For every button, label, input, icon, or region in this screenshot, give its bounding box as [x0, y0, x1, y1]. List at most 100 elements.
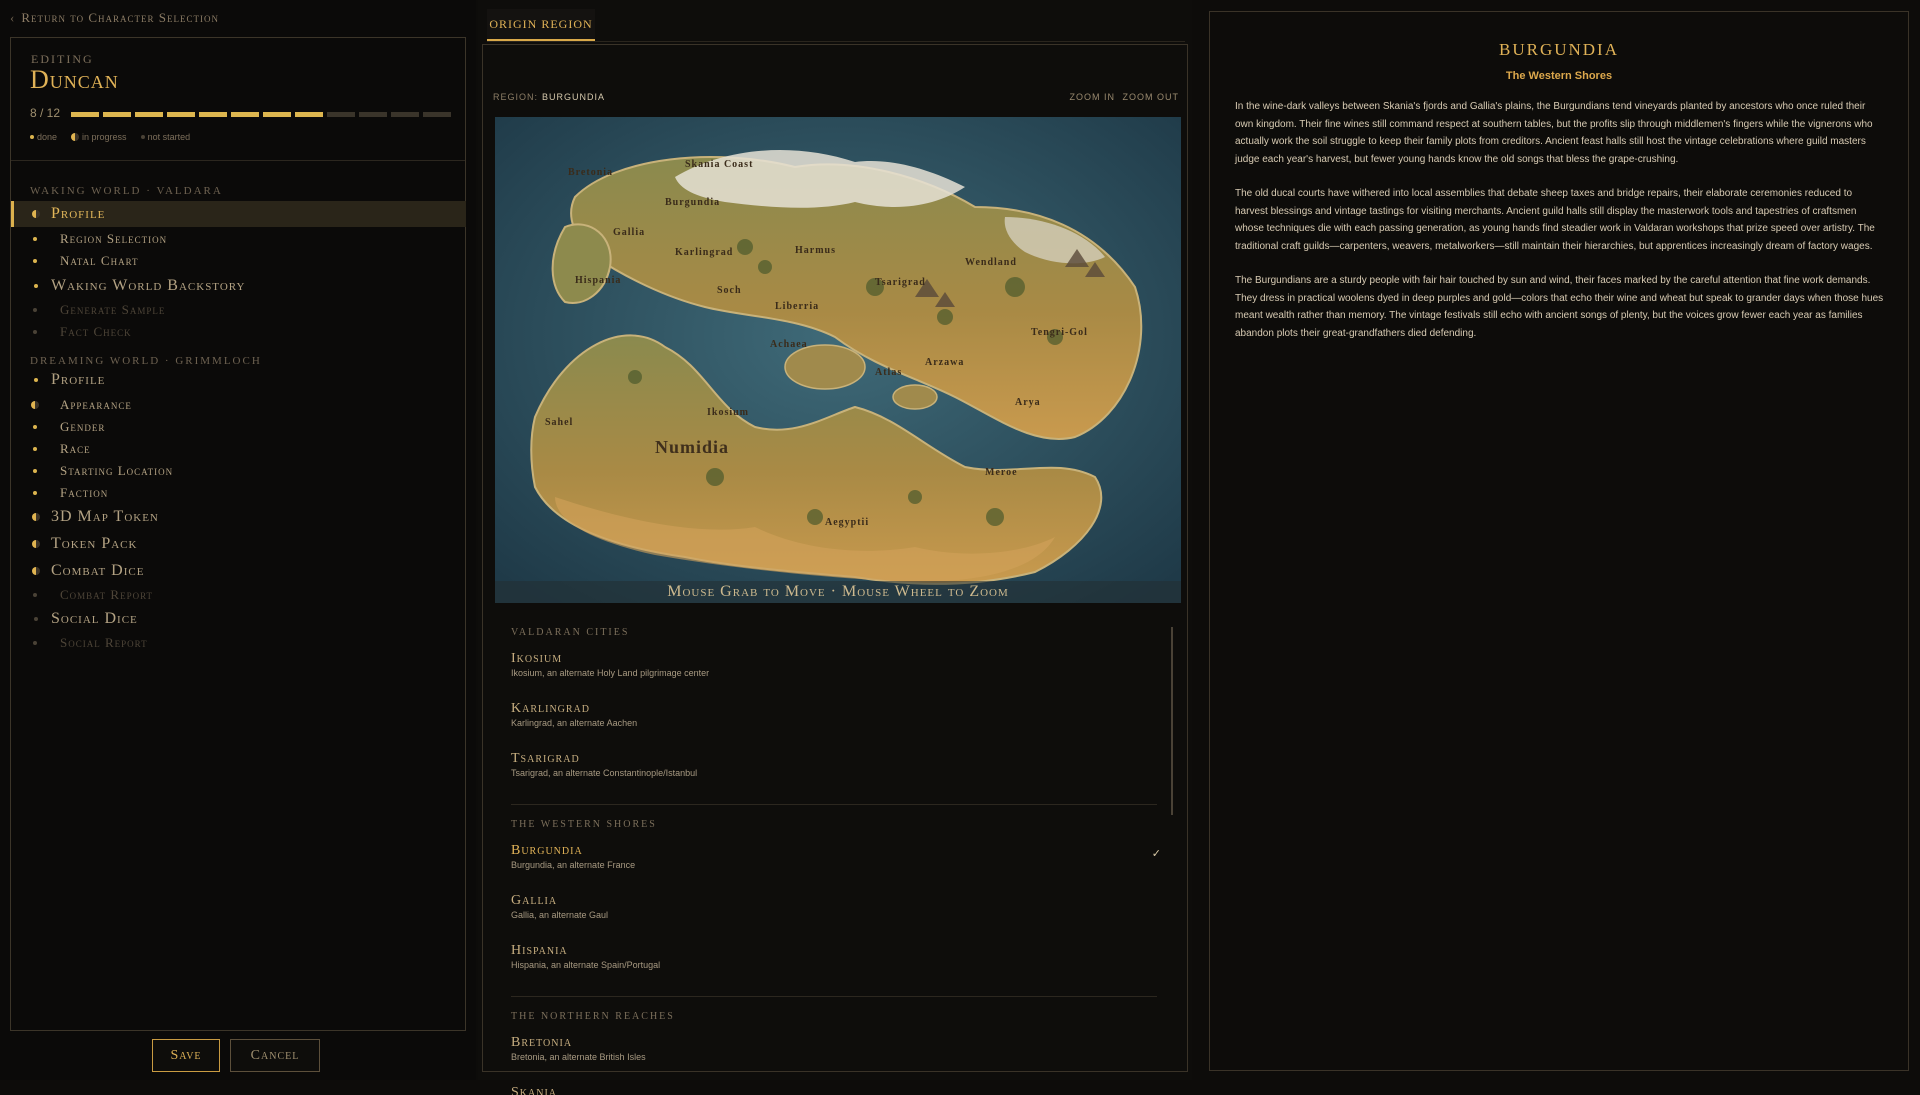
progress-segment: [135, 112, 163, 117]
empty-dot-icon: [140, 135, 145, 139]
list-item-ikosium[interactable]: Ikosium Ikosium, an alternate Holy Land …: [511, 651, 1171, 678]
sidebar-item-label: Waking World Backstory: [51, 277, 246, 294]
sidebar-item-profile[interactable]: Profile: [11, 367, 466, 393]
sidebar-item-3d-map-token[interactable]: 3D Map Token: [11, 504, 466, 530]
group-divider: [511, 996, 1157, 997]
sidebar-item-label: Combat Report: [60, 587, 154, 602]
save-button[interactable]: Save: [152, 1039, 220, 1072]
world-map[interactable]: Bretonia Skania Coast Burgundia Gallia K…: [495, 117, 1181, 603]
done-dot-icon: [30, 135, 34, 139]
sidebar-item-token-pack[interactable]: Token Pack: [11, 531, 466, 557]
legend-done: done: [37, 132, 58, 142]
sidebar-item-label: Appearance: [60, 397, 132, 412]
sidebar-item-label: Profile: [51, 205, 106, 222]
empty-dot-icon: [30, 330, 40, 334]
tab-origin-region[interactable]: ORIGIN REGION: [487, 9, 595, 41]
progress-count: 8 / 12: [30, 106, 61, 120]
progress-bar: [71, 112, 451, 117]
sidebar-item-label: Faction: [60, 485, 109, 500]
half-circle-icon: [31, 540, 41, 548]
city-desc: Bretonia, an alternate British Isles: [511, 1052, 646, 1062]
region-description: In the wine-dark valleys between Skania'…: [1235, 98, 1885, 359]
sidebar-item-fact-check[interactable]: Fact Check: [11, 319, 466, 345]
map-hint: Mouse Grab to Move · Mouse Wheel to Zoom: [495, 581, 1181, 603]
map-label-meroe: Meroe: [985, 467, 1018, 478]
section-heading-waking: WAKING WORLD · VALDARA: [30, 185, 223, 197]
zoom-in-button[interactable]: ZOOM IN: [1070, 92, 1116, 102]
map-label-skania: Skania Coast: [685, 159, 754, 170]
sidebar-item-waking-world-backstory[interactable]: Waking World Backstory: [11, 273, 466, 299]
list-item-karlingrad[interactable]: Karlingrad Karlingrad, an alternate Aach…: [511, 701, 1171, 728]
half-circle-icon: [31, 210, 41, 218]
done-dot-icon: [30, 447, 40, 451]
empty-dot-icon: [30, 593, 40, 597]
sidebar-item-combat-dice[interactable]: Combat Dice: [11, 558, 466, 584]
list-item-tsarigrad[interactable]: Tsarigrad Tsarigrad, an alternate Consta…: [511, 751, 1171, 778]
return-link[interactable]: ‹ Return to Character Selection: [10, 10, 219, 26]
empty-dot-icon: [30, 641, 40, 645]
city-desc: Gallia, an alternate Gaul: [511, 910, 609, 920]
map-illustration: [495, 117, 1181, 603]
group-heading: THE NORTHERN REACHES: [511, 1011, 675, 1022]
city-desc: Tsarigrad, an alternate Constantinople/I…: [511, 768, 698, 778]
region-list[interactable]: VALDARAN CITIES Ikosium Ikosium, an alte…: [495, 623, 1185, 1095]
list-item-skania[interactable]: Skania: [511, 1085, 1171, 1095]
region-detail-panel: BURGUNDIA The Western Shores In the wine…: [1196, 0, 1920, 1080]
status-legend: done in progress not started: [30, 132, 190, 142]
group-divider: [511, 804, 1157, 805]
map-label-soch: Soch: [717, 285, 742, 296]
character-name: Duncan: [30, 65, 119, 94]
cancel-button[interactable]: Cancel: [230, 1039, 320, 1072]
map-label-tsarigrad: Tsarigrad: [875, 277, 926, 288]
map-label-burgundia: Burgundia: [665, 197, 721, 208]
sidebar-item-faction[interactable]: Faction: [11, 480, 466, 506]
group-heading: THE WESTERN SHORES: [511, 819, 657, 830]
region-bar: REGION: BURGUNDIA ZOOM IN ZOOM OUT: [493, 92, 1179, 106]
sidebar-item-label: Gender: [60, 419, 106, 434]
character-editor-sidebar: ‹ Return to Character Selection EDITING D…: [0, 0, 476, 1080]
list-scrollbar[interactable]: [1171, 627, 1173, 815]
city-name: Burgundia: [511, 843, 583, 858]
chevron-left-icon: ‹: [10, 10, 16, 25]
list-item-burgundia[interactable]: Burgundia Burgundia, an alternate France…: [511, 843, 1171, 870]
city-name: Karlingrad: [511, 701, 590, 716]
list-item-bretonia[interactable]: Bretonia Bretonia, an alternate British …: [511, 1035, 1171, 1062]
sidebar-item-natal-chart[interactable]: Natal Chart: [11, 248, 466, 274]
list-item-gallia[interactable]: Gallia Gallia, an alternate Gaul: [511, 893, 1171, 920]
progress-segment: [199, 112, 227, 117]
sidebar-item-combat-report[interactable]: Combat Report: [11, 582, 466, 608]
city-name: Ikosium: [511, 651, 563, 666]
map-label-arzawa: Arzawa: [925, 357, 965, 368]
sidebar-item-social-dice[interactable]: Social Dice: [11, 606, 466, 632]
description-paragraph: The Burgundians are a sturdy people with…: [1235, 275, 1884, 339]
half-circle-icon: [30, 401, 40, 409]
done-dot-icon: [31, 378, 41, 382]
map-label-gallia: Gallia: [613, 227, 646, 238]
progress-segment: [423, 112, 451, 117]
sidebar-item-social-report[interactable]: Social Report: [11, 630, 466, 656]
editor-frame: EDITING Duncan 8 / 12 done in progress n…: [10, 37, 466, 1031]
map-label-sahel: Sahel: [545, 417, 574, 428]
done-dot-icon: [30, 259, 40, 263]
region-subtitle: The Western Shores: [1505, 70, 1613, 82]
city-desc: Burgundia, an alternate France: [511, 860, 636, 870]
zoom-out-button[interactable]: ZOOM OUT: [1123, 92, 1180, 102]
city-name: Hispania: [511, 943, 568, 958]
half-circle-icon: [31, 513, 41, 521]
progress-segment: [391, 112, 419, 117]
sidebar-item-label: 3D Map Token: [51, 508, 159, 525]
sidebar-item-label: Social Dice: [51, 610, 138, 627]
section-heading-dreaming: DREAMING WORLD · GRIMMLOCH: [30, 355, 262, 367]
done-dot-icon: [31, 284, 41, 288]
city-name: Bretonia: [511, 1035, 573, 1050]
map-label-tengri-gol: Tengri-Gol: [1031, 327, 1088, 338]
list-item-hispania[interactable]: Hispania Hispania, an alternate Spain/Po…: [511, 943, 1171, 970]
empty-dot-icon: [31, 617, 41, 621]
progress-segment: [71, 112, 99, 117]
sidebar-item-label: Profile: [51, 371, 106, 388]
region-frame: REGION: BURGUNDIA ZOOM IN ZOOM OUT Breto…: [482, 44, 1188, 1095]
detail-frame: BURGUNDIA The Western Shores In the wine…: [1209, 11, 1909, 1071]
sidebar-item-profile[interactable]: Profile: [11, 201, 466, 227]
progress-segment: [327, 112, 355, 117]
map-label-achaea: Achaea: [770, 339, 808, 350]
